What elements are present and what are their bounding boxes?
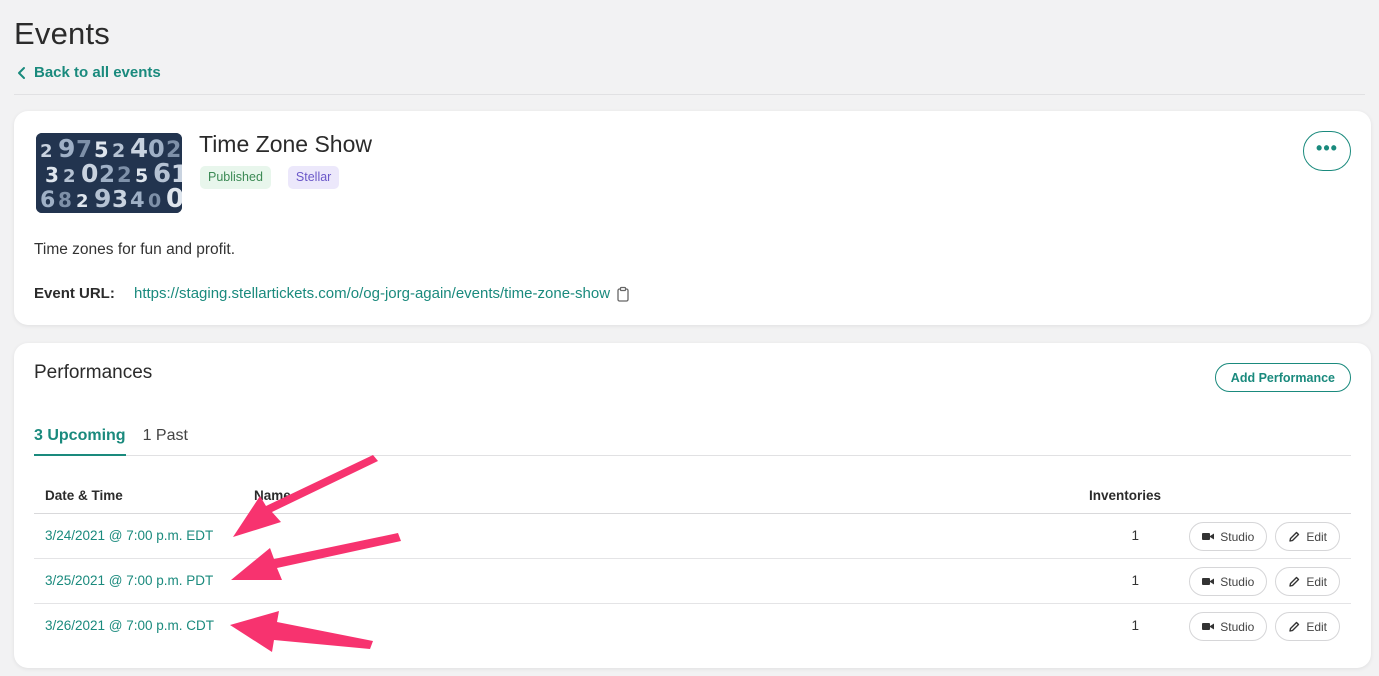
performance-date-link[interactable]: 3/24/2021 @ 7:00 p.m. EDT bbox=[45, 528, 213, 543]
edit-label: Edit bbox=[1306, 529, 1327, 544]
video-camera-icon bbox=[1202, 623, 1215, 630]
studio-label: Studio bbox=[1220, 619, 1255, 634]
table-row: 3/24/2021 @ 7:00 p.m. EDT 1 Studio Edit bbox=[34, 514, 1351, 559]
column-header-date: Date & Time bbox=[45, 488, 123, 503]
thumbnail-digit: 8 bbox=[58, 188, 72, 212]
edit-label: Edit bbox=[1306, 574, 1327, 589]
back-link-label: Back to all events bbox=[34, 64, 161, 81]
edit-button[interactable]: Edit bbox=[1275, 522, 1340, 551]
performance-date-link[interactable]: 3/26/2021 @ 7:00 p.m. CDT bbox=[45, 618, 214, 633]
inventory-count: 1 bbox=[1131, 618, 1139, 633]
pencil-icon bbox=[1289, 621, 1300, 632]
event-description: Time zones for fun and profit. bbox=[34, 241, 236, 258]
thumbnail-digit: 9 bbox=[58, 134, 75, 163]
event-badges: Published Stellar bbox=[200, 166, 340, 189]
thumbnail-digit: 6 bbox=[40, 188, 55, 213]
thumbnail-digit: 2 bbox=[112, 140, 125, 162]
table-header: Date & Time Name Inventories bbox=[34, 483, 1351, 514]
edit-button[interactable]: Edit bbox=[1275, 612, 1340, 641]
studio-button[interactable]: Studio bbox=[1189, 567, 1268, 596]
clipboard-icon[interactable] bbox=[616, 286, 630, 302]
column-header-name: Name bbox=[254, 488, 291, 503]
tab-upcoming[interactable]: 3 Upcoming bbox=[34, 425, 126, 456]
studio-button[interactable]: Studio bbox=[1189, 522, 1268, 551]
thumbnail-digit: 3 bbox=[112, 187, 128, 213]
row-actions: Studio Edit bbox=[1189, 522, 1340, 551]
inventory-count: 1 bbox=[1131, 528, 1139, 543]
tab-past[interactable]: 1 Past bbox=[143, 425, 188, 456]
studio-label: Studio bbox=[1220, 529, 1255, 544]
pencil-icon bbox=[1289, 576, 1300, 587]
table-row: 3/25/2021 @ 7:00 p.m. PDT 1 Studio Edit bbox=[34, 559, 1351, 604]
thumbnail-digit: 2 bbox=[117, 163, 132, 187]
thumbnail-digit: 2 bbox=[63, 166, 76, 187]
thumbnail-digit: 0 bbox=[166, 184, 182, 213]
performance-date-link[interactable]: 3/25/2021 @ 7:00 p.m. PDT bbox=[45, 573, 213, 588]
studio-label: Studio bbox=[1220, 574, 1255, 589]
pencil-icon bbox=[1289, 531, 1300, 542]
event-url-row: Event URL: https://staging.stellarticket… bbox=[34, 285, 630, 302]
page-title: Events bbox=[14, 16, 110, 51]
header-divider bbox=[14, 94, 1365, 95]
event-title: Time Zone Show bbox=[199, 131, 372, 157]
thumbnail-digit: 0 bbox=[148, 190, 161, 212]
thumbnail-digit: 4 bbox=[130, 134, 148, 164]
performances-card: Performances Add Performance 3 Upcoming … bbox=[14, 343, 1371, 668]
performance-tabs: 3 Upcoming 1 Past bbox=[34, 425, 1351, 456]
more-options-button[interactable]: ••• bbox=[1303, 131, 1351, 171]
thumbnail-digit: 3 bbox=[45, 163, 59, 187]
thumbnail-digit: 9 bbox=[94, 184, 111, 213]
event-url-link[interactable]: https://staging.stellartickets.com/o/og-… bbox=[134, 285, 610, 302]
thumbnail-digit: 4 bbox=[130, 188, 145, 212]
video-camera-icon bbox=[1202, 578, 1215, 585]
event-card: 297524023202256168293400 Time Zone Show … bbox=[14, 111, 1371, 325]
table-row: 3/26/2021 @ 7:00 p.m. CDT 1 Studio Edit bbox=[34, 604, 1351, 649]
chevron-left-icon bbox=[18, 66, 25, 79]
thumbnail-digit: 2 bbox=[76, 191, 89, 212]
status-badge-published: Published bbox=[200, 166, 271, 189]
row-actions: Studio Edit bbox=[1189, 612, 1340, 641]
inventory-count: 1 bbox=[1131, 573, 1139, 588]
add-performance-button[interactable]: Add Performance bbox=[1214, 363, 1351, 392]
back-to-events-link[interactable]: Back to all events bbox=[16, 64, 161, 81]
event-url-label: Event URL: bbox=[34, 285, 115, 302]
thumbnail-digit: 2 bbox=[40, 141, 53, 162]
studio-button[interactable]: Studio bbox=[1189, 612, 1268, 641]
video-camera-icon bbox=[1202, 533, 1215, 540]
edit-label: Edit bbox=[1306, 619, 1327, 634]
ellipsis-icon: ••• bbox=[1316, 138, 1338, 158]
column-header-inventories: Inventories bbox=[1088, 488, 1161, 503]
performances-table: Date & Time Name Inventories 3/24/2021 @… bbox=[34, 483, 1351, 649]
platform-badge-stellar: Stellar bbox=[287, 166, 340, 189]
edit-button[interactable]: Edit bbox=[1275, 567, 1340, 596]
thumbnail-digit: 5 bbox=[135, 165, 148, 187]
event-thumbnail: 297524023202256168293400 bbox=[36, 133, 182, 213]
row-actions: Studio Edit bbox=[1189, 567, 1340, 596]
performances-heading: Performances bbox=[34, 362, 153, 383]
